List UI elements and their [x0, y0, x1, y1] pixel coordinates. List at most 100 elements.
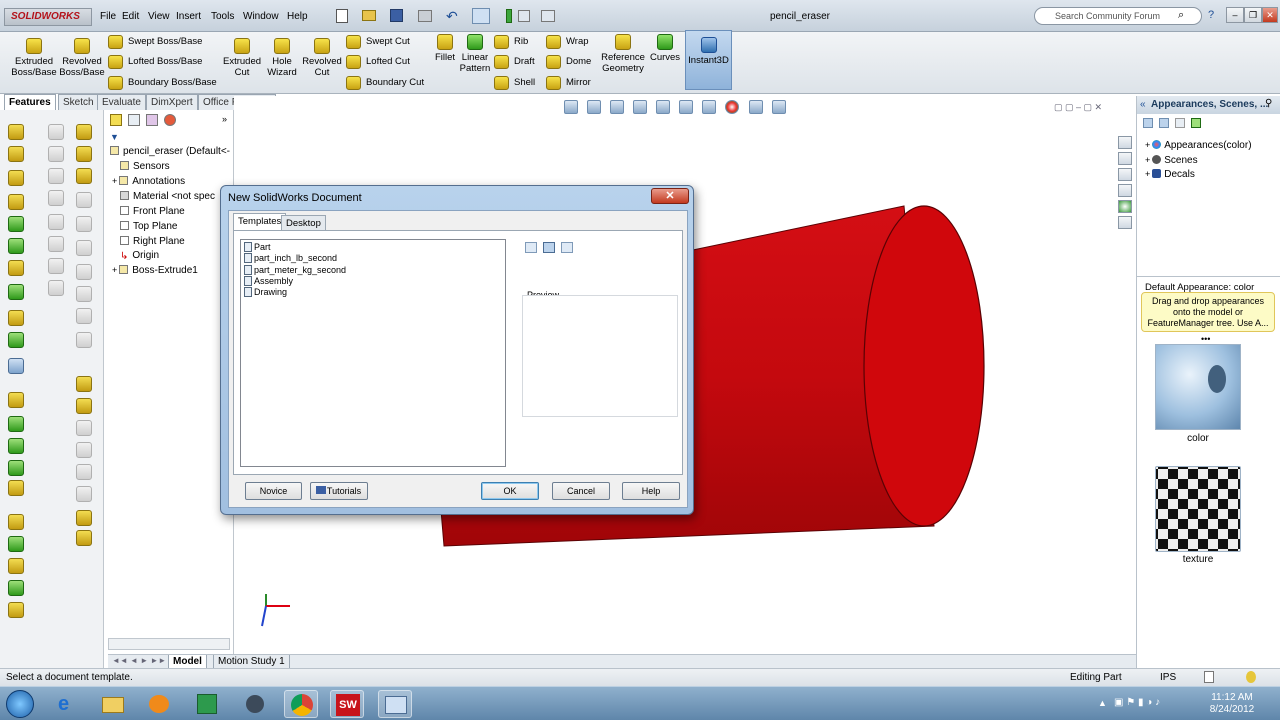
dialog-close-button[interactable]: ✕ — [651, 188, 689, 204]
novice-button[interactable]: Novice — [245, 482, 302, 500]
toolbar-tool-icon[interactable] — [76, 398, 92, 414]
view-palette-tab-icon[interactable] — [1118, 184, 1132, 197]
instant3d-button[interactable]: Instant3D — [685, 30, 732, 90]
decals-folder[interactable]: + Decals — [1145, 169, 1195, 180]
toolbar-tool-icon[interactable] — [8, 216, 24, 232]
help-button[interactable]: Help — [622, 482, 680, 500]
draft-button[interactable]: Draft — [492, 54, 540, 72]
design-library-tab-icon[interactable] — [1118, 152, 1132, 165]
toolbar-tool-icon[interactable] — [76, 286, 92, 302]
tree-item-annotations[interactable]: + Annotations — [112, 176, 185, 187]
display-style-icon[interactable] — [679, 100, 694, 114]
toolbar-tool-icon[interactable] — [76, 464, 92, 480]
explorer-folder-icon[interactable] — [96, 690, 130, 718]
toolbar-tool-icon[interactable] — [76, 124, 92, 140]
print-icon[interactable] — [418, 10, 432, 22]
cancel-button[interactable]: Cancel — [552, 482, 610, 500]
tree-item-material[interactable]: Material <not spec — [120, 191, 215, 202]
list-view-icon[interactable] — [543, 242, 555, 253]
menu-help[interactable]: Help — [287, 11, 308, 22]
toolbar-tool-icon[interactable] — [48, 258, 64, 274]
tab-dimxpert[interactable]: DimXpert — [146, 94, 198, 110]
menu-view[interactable]: View — [148, 11, 170, 22]
file-explorer-tab-icon[interactable] — [1118, 168, 1132, 181]
chart-app-icon[interactable] — [190, 690, 224, 718]
refresh-icon[interactable] — [1191, 118, 1201, 128]
toolbar-tool-icon[interactable] — [8, 416, 24, 432]
zoom-to-fit-icon[interactable] — [564, 100, 578, 114]
ok-button[interactable]: OK — [481, 482, 539, 500]
template-drawing[interactable]: Drawing — [244, 287, 287, 297]
tree-item-right-plane[interactable]: Right Plane — [120, 236, 185, 247]
template-part[interactable]: Part — [244, 242, 271, 252]
toolbar-tool-icon[interactable] — [48, 280, 64, 296]
dome-button[interactable]: Dome — [544, 54, 596, 72]
back-icon[interactable] — [1143, 118, 1153, 128]
boundary-cut-button[interactable]: Boundary Cut — [344, 75, 432, 93]
tree-item-boss-extrude1[interactable]: + Boss-Extrude1 — [112, 265, 198, 276]
toolbar-tool-icon[interactable] — [8, 124, 24, 140]
property-manager-tab-icon[interactable] — [128, 114, 140, 126]
tab-sketch[interactable]: Sketch — [58, 94, 99, 110]
display-manager-tab-icon[interactable] — [164, 114, 176, 126]
toolbar-tool-icon[interactable] — [8, 238, 24, 254]
tree-item-front-plane[interactable]: Front Plane — [120, 206, 185, 217]
expand-plus-icon[interactable]: + — [112, 265, 117, 275]
toolbar-tool-icon[interactable] — [48, 214, 64, 230]
toolbar-tool-icon[interactable] — [76, 264, 92, 280]
restore-button[interactable]: ❐ — [1244, 7, 1262, 23]
mirror-button[interactable]: Mirror — [544, 75, 596, 93]
toolbar-tool-icon[interactable] — [8, 558, 24, 574]
toolbar-tool-icon[interactable] — [48, 236, 64, 252]
tab-desktop[interactable]: Desktop — [281, 215, 326, 231]
details-view-icon[interactable] — [561, 242, 573, 253]
rebuild-status-icon[interactable] — [1204, 671, 1214, 683]
shell-button[interactable]: Shell — [492, 75, 540, 93]
toolbar-tool-icon[interactable] — [76, 486, 92, 502]
new-document-icon[interactable] — [336, 9, 348, 23]
expand-plus-icon[interactable]: + — [1145, 140, 1150, 150]
chrome-icon[interactable] — [284, 690, 318, 718]
toolbar-tool-icon[interactable] — [76, 420, 92, 436]
more-icon[interactable]: ••• — [1201, 334, 1210, 344]
view-settings-icon[interactable] — [771, 100, 786, 114]
filter-icon[interactable]: ▼ — [110, 132, 119, 142]
fillet-button[interactable]: Fillet — [432, 34, 458, 63]
hole-wizard-button[interactable]: Hole Wizard — [262, 38, 302, 78]
toolbar-tool-icon[interactable] — [48, 168, 64, 184]
reference-geometry-button[interactable]: Reference Geometry — [600, 34, 646, 74]
tree-root[interactable]: pencil_eraser (Default<- — [110, 146, 230, 157]
screen-recorder-icon[interactable] — [378, 690, 412, 718]
previous-view-icon[interactable] — [610, 100, 625, 114]
notification-icon[interactable] — [1246, 671, 1256, 683]
toolbar-tool-icon[interactable] — [8, 580, 24, 596]
toolbar-tool-icon[interactable] — [8, 260, 24, 276]
file-properties-icon[interactable] — [518, 10, 530, 22]
toolbar-tool-icon[interactable] — [76, 530, 92, 546]
tree-item-sensors[interactable]: Sensors — [120, 161, 170, 172]
toolbar-tool-icon[interactable] — [8, 480, 24, 496]
menu-edit[interactable]: Edit — [122, 11, 139, 22]
rebuild-icon[interactable] — [506, 9, 512, 23]
appearances-folder[interactable]: + Appearances(color) — [1145, 140, 1252, 151]
toolbar-tool-icon[interactable] — [8, 194, 24, 210]
template-part-inch-lb-second[interactable]: part_inch_lb_second — [244, 253, 337, 263]
toolbar-tool-icon[interactable] — [8, 514, 24, 530]
tab-model[interactable]: Model — [168, 655, 207, 669]
toolbar-tool-icon[interactable] — [76, 332, 92, 348]
tab-scroll-icon[interactable]: ◄◄ ◄ ► ►► — [112, 656, 166, 665]
network-app-icon[interactable] — [238, 690, 272, 718]
expand-plus-icon[interactable]: + — [112, 176, 117, 186]
toolbar-tool-icon[interactable] — [8, 146, 24, 162]
lofted-boss-button[interactable]: Lofted Boss/Base — [106, 54, 216, 72]
search-icon[interactable]: ⌕ — [1178, 9, 1184, 22]
menu-file[interactable]: File — [100, 11, 116, 22]
clock[interactable]: 11:12 AM 8/24/2012 — [1200, 692, 1264, 716]
toolbar-tool-icon[interactable] — [76, 240, 92, 256]
menu-window[interactable]: Window — [243, 11, 279, 22]
toolbar-tool-icon[interactable] — [8, 392, 24, 408]
tree-item-top-plane[interactable]: Top Plane — [120, 221, 177, 232]
instant3d-side-icon[interactable] — [8, 358, 24, 374]
save-icon[interactable] — [390, 9, 403, 22]
minimize-button[interactable]: – — [1226, 7, 1244, 23]
